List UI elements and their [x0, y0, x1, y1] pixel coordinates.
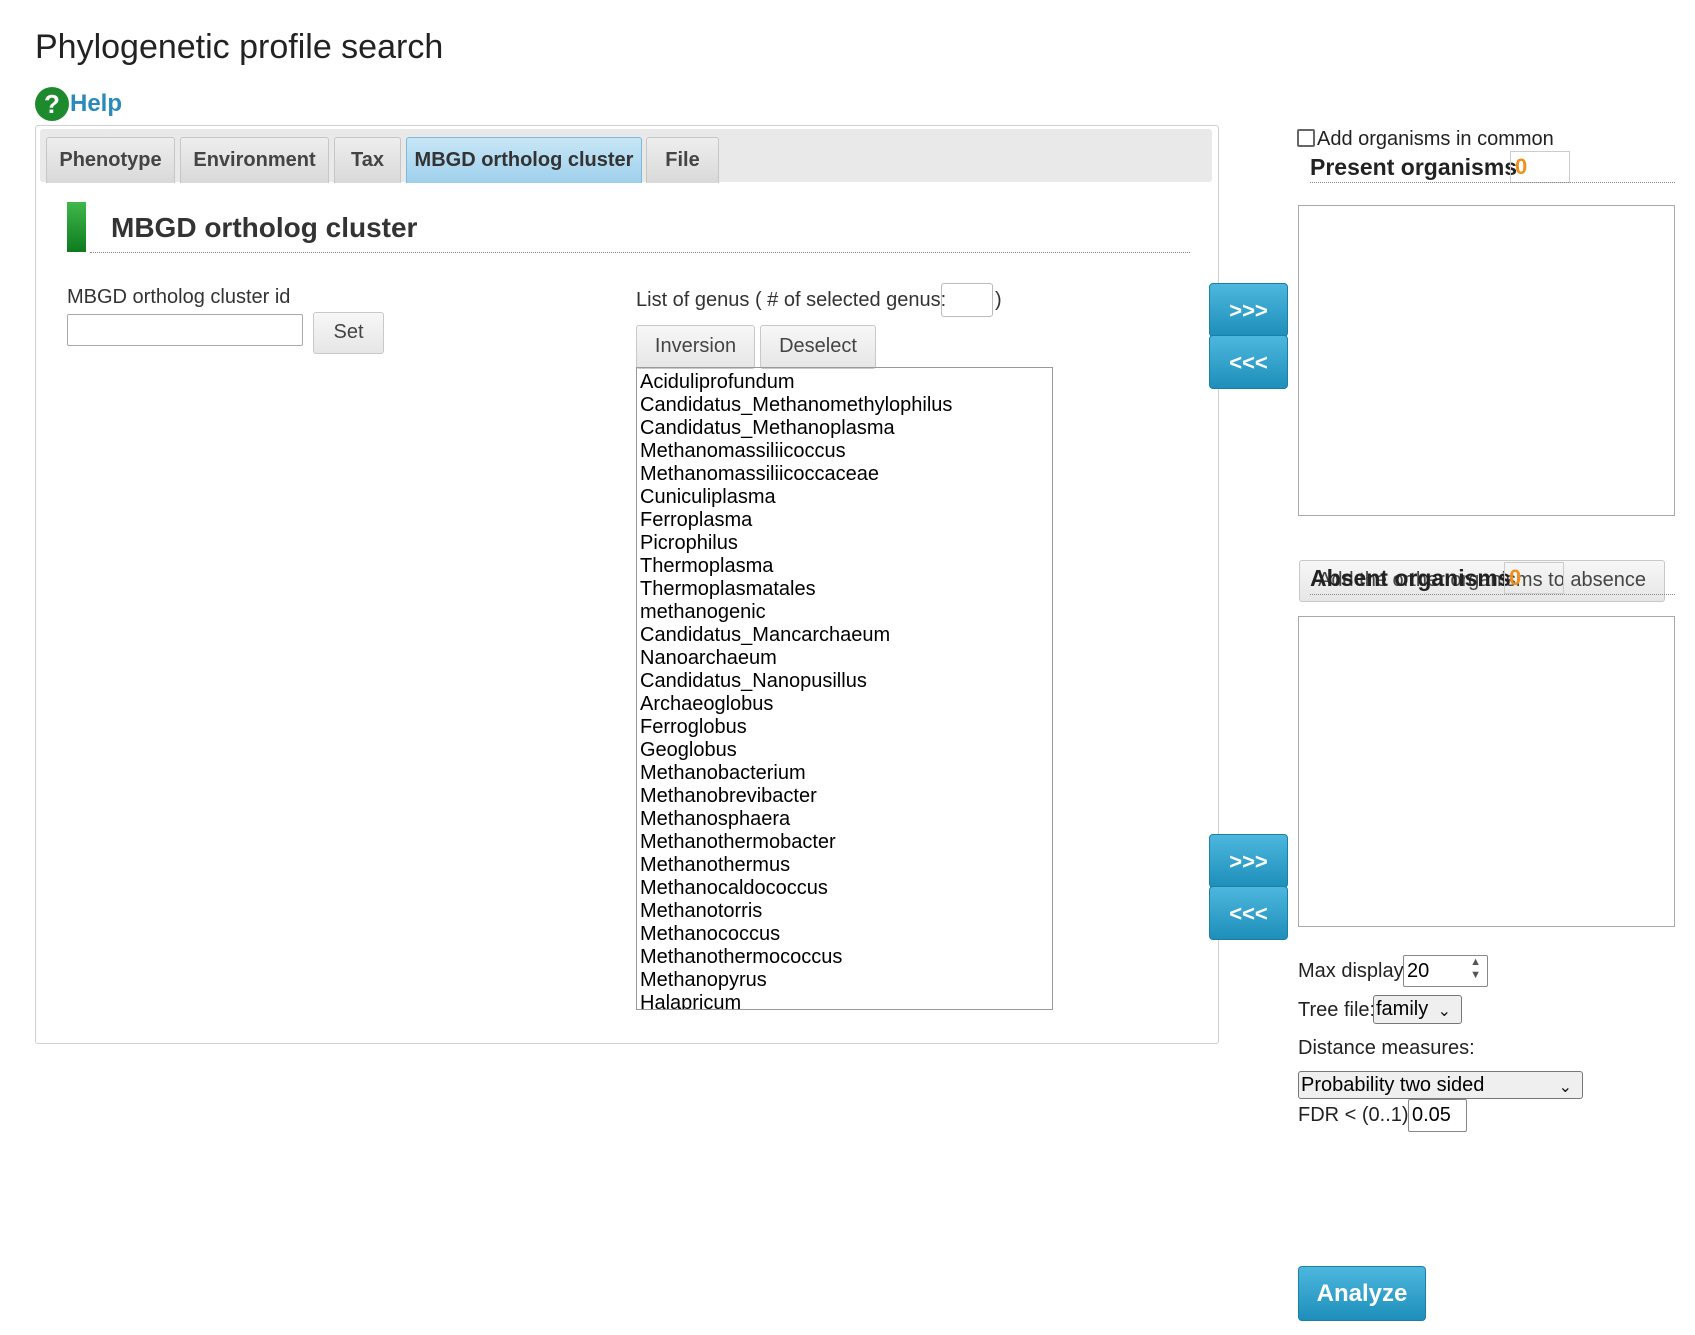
chevron-down-icon: ⌄: [1437, 1003, 1451, 1020]
tab-phenotype[interactable]: Phenotype: [46, 137, 175, 183]
list-item[interactable]: Methanosphaera: [640, 808, 1049, 831]
section-marker: [67, 202, 86, 252]
list-item[interactable]: Ferroglobus: [640, 716, 1049, 739]
list-item[interactable]: Methanothermobacter: [640, 831, 1049, 854]
tree-file-select[interactable]: family ⌄: [1373, 995, 1462, 1024]
page-title: Phylogenetic profile search: [35, 28, 444, 66]
list-item[interactable]: Methanocaldococcus: [640, 877, 1049, 900]
list-item[interactable]: methanogenic: [640, 601, 1049, 624]
list-item[interactable]: Methanotorris: [640, 900, 1049, 923]
list-item[interactable]: Halapricum: [640, 992, 1049, 1009]
list-item[interactable]: Picrophilus: [640, 532, 1049, 555]
list-item[interactable]: Methanobacterium: [640, 762, 1049, 785]
list-item[interactable]: Geoglobus: [640, 739, 1049, 762]
fdr-value: 0.05: [1412, 1104, 1451, 1126]
tree-file-label: Tree file:: [1298, 999, 1376, 1021]
deselect-button[interactable]: Deselect: [760, 325, 876, 369]
genus-list-label: List of genus ( # of selected genus:: [636, 289, 947, 311]
max-display-label: Max display:: [1298, 960, 1410, 982]
inversion-button[interactable]: Inversion: [636, 325, 755, 369]
add-to-present-button[interactable]: >>>: [1209, 283, 1288, 337]
help-link[interactable]: ? Help: [35, 87, 122, 121]
common-organisms-label: Add organisms in common: [1317, 128, 1554, 150]
section-title: MBGD ortholog cluster: [111, 212, 418, 243]
list-item[interactable]: Archaeoglobus: [640, 693, 1049, 716]
section-divider: [90, 252, 1190, 253]
main-panel: Phenotype Environment Tax MBGD ortholog …: [35, 125, 1219, 1044]
present-divider: [1310, 182, 1675, 183]
cluster-id-label: MBGD ortholog cluster id: [67, 286, 291, 308]
selected-genus-count-field[interactable]: [941, 283, 993, 317]
chevron-down-icon: ⌄: [1558, 1079, 1572, 1096]
help-icon: ?: [35, 87, 69, 121]
absent-organisms-list[interactable]: [1298, 616, 1675, 927]
list-item[interactable]: Methanomassiliicoccaceae: [640, 463, 1049, 486]
absent-organisms-count: 0: [1504, 562, 1564, 594]
list-item[interactable]: Methanococcus: [640, 923, 1049, 946]
max-display-spinner[interactable]: 20 ▲ ▼: [1403, 955, 1488, 987]
list-item[interactable]: Aciduliprofundum: [640, 371, 1049, 394]
tab-tax[interactable]: Tax: [334, 137, 401, 183]
list-item[interactable]: Nanoarchaeum: [640, 647, 1049, 670]
list-item[interactable]: Candidatus_Methanoplasma: [640, 417, 1049, 440]
tree-file-value: family: [1376, 998, 1429, 1020]
list-item[interactable]: Methanobrevibacter: [640, 785, 1049, 808]
cluster-id-input[interactable]: [67, 314, 303, 346]
help-label: Help: [70, 90, 123, 117]
list-item[interactable]: Methanothermus: [640, 854, 1049, 877]
tab-file[interactable]: File: [646, 137, 719, 183]
present-organisms-title: Present organisms: [1310, 154, 1518, 180]
distance-measures-select[interactable]: Probability two sided ⌄: [1298, 1071, 1583, 1099]
fdr-label: FDR < (0..1):: [1298, 1104, 1415, 1126]
genus-listbox[interactable]: Aciduliprofundum Candidatus_Methanomethyl…: [636, 367, 1053, 1010]
list-item[interactable]: Methanothermococcus: [640, 946, 1049, 969]
list-item[interactable]: Candidatus_Methanomethylophilus: [640, 394, 1049, 417]
max-display-value: 20: [1407, 960, 1430, 982]
present-organisms-count: 0: [1510, 151, 1570, 183]
remove-from-absent-button[interactable]: <<<: [1209, 886, 1288, 940]
list-item[interactable]: Candidatus_Nanopusillus: [640, 670, 1049, 693]
analyze-button[interactable]: Analyze: [1298, 1266, 1426, 1321]
fdr-input[interactable]: 0.05: [1408, 1099, 1467, 1132]
list-item[interactable]: Thermoplasma: [640, 555, 1049, 578]
absent-divider: [1310, 594, 1675, 595]
set-button[interactable]: Set: [313, 312, 384, 354]
list-item[interactable]: Cuniculiplasma: [640, 486, 1049, 509]
remove-from-present-button[interactable]: <<<: [1209, 335, 1288, 389]
common-organisms-checkbox[interactable]: [1297, 129, 1315, 147]
add-to-absent-button[interactable]: >>>: [1209, 834, 1288, 888]
tab-environment[interactable]: Environment: [180, 137, 329, 183]
absent-organisms-title: Absent organisms: [1310, 565, 1511, 591]
tab-bar: Phenotype Environment Tax MBGD ortholog …: [40, 129, 1212, 183]
tab-mbgd-ortholog-cluster[interactable]: MBGD ortholog cluster: [406, 137, 642, 183]
list-item[interactable]: Thermoplasmatales: [640, 578, 1049, 601]
list-item[interactable]: Methanomassiliicoccus: [640, 440, 1049, 463]
list-item[interactable]: Candidatus_Mancarchaeum: [640, 624, 1049, 647]
distance-measures-value: Probability two sided: [1301, 1074, 1485, 1096]
spinner-arrows-icon[interactable]: ▲ ▼: [1470, 956, 1481, 982]
list-item[interactable]: Methanopyrus: [640, 969, 1049, 992]
list-item[interactable]: Ferroplasma: [640, 509, 1049, 532]
genus-label-close: ): [995, 289, 1002, 311]
present-organisms-list[interactable]: [1298, 205, 1675, 516]
distance-measures-label: Distance measures:: [1298, 1037, 1475, 1059]
